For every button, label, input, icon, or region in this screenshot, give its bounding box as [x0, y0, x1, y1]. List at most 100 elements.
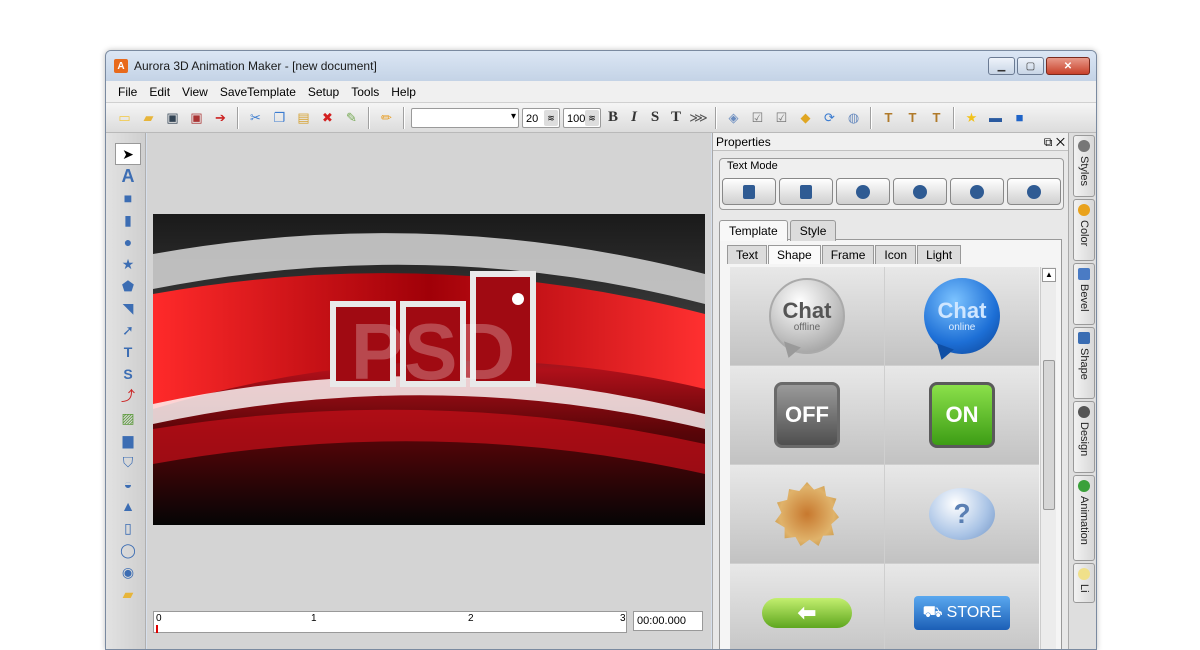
- maximize-button[interactable]: ▢: [1017, 57, 1044, 75]
- subtab-text[interactable]: Text: [727, 245, 768, 264]
- spin-icon[interactable]: ≋: [544, 109, 558, 126]
- menu-help[interactable]: Help: [385, 85, 422, 99]
- minimize-button[interactable]: ▁: [988, 57, 1015, 75]
- sphere-button[interactable]: ◍: [843, 107, 864, 128]
- delete-button[interactable]: ✖: [317, 107, 338, 128]
- template-store-button[interactable]: ⛟ STORE: [885, 564, 1039, 649]
- side-tab-shape[interactable]: Shape: [1073, 327, 1095, 399]
- playhead[interactable]: [156, 625, 158, 633]
- menu-tools[interactable]: Tools: [345, 85, 385, 99]
- side-tab-color[interactable]: Color: [1073, 199, 1095, 261]
- text-mode-extrude-button[interactable]: [779, 178, 833, 205]
- animation-preview[interactable]: PSD: [153, 214, 705, 525]
- globe-tool[interactable]: ◉: [115, 561, 141, 583]
- camera-button[interactable]: ▬: [985, 107, 1006, 128]
- close-panel-icon[interactable]: ✕: [1056, 135, 1065, 149]
- side-tab-animation[interactable]: Animation: [1073, 475, 1095, 561]
- light-button[interactable]: ★: [961, 107, 982, 128]
- template-arrow-pill[interactable]: ⬅: [730, 564, 884, 649]
- circle-tool[interactable]: ●: [115, 231, 141, 253]
- rotate-button[interactable]: ⟳: [819, 107, 840, 128]
- template-chat-offline[interactable]: Chat offline: [730, 267, 884, 365]
- rectangle-tool[interactable]: ■: [115, 187, 141, 209]
- align-button[interactable]: ⋙: [688, 107, 709, 128]
- side-tab-bevel[interactable]: Bevel: [1073, 263, 1095, 325]
- subtab-shape[interactable]: Shape: [768, 245, 821, 264]
- save-as-button[interactable]: ▣: [186, 107, 207, 128]
- paste-button[interactable]: ▤: [293, 107, 314, 128]
- image-tool[interactable]: ▨: [115, 407, 141, 429]
- shield-tool[interactable]: ◥: [115, 297, 141, 319]
- layout-1-button[interactable]: ◈: [723, 107, 744, 128]
- text-3d-2-button[interactable]: T: [902, 107, 923, 128]
- tab-template[interactable]: Template: [719, 220, 788, 241]
- save-button[interactable]: ▣: [162, 107, 183, 128]
- font-size-field[interactable]: 20 ≋: [522, 107, 560, 128]
- gallery-scrollbar[interactable]: ▲: [1040, 267, 1056, 649]
- menu-view[interactable]: View: [176, 85, 214, 99]
- layout-3-button[interactable]: ☑: [771, 107, 792, 128]
- extrude-tool[interactable]: ▆: [115, 429, 141, 451]
- tab-style[interactable]: Style: [789, 220, 837, 241]
- timeline-ruler[interactable]: 0 1 2 3: [153, 611, 627, 633]
- text-mode-flat-button[interactable]: [722, 178, 776, 205]
- text-mode-circle1-button[interactable]: [836, 178, 890, 205]
- text-format-button[interactable]: T: [667, 108, 685, 128]
- text-tool[interactable]: A: [115, 165, 141, 187]
- folder-tool[interactable]: ▰: [115, 583, 141, 605]
- template-off-button[interactable]: OFF: [730, 366, 884, 464]
- menu-savetemplate[interactable]: SaveTemplate: [214, 85, 302, 99]
- copy-button[interactable]: ❐: [269, 107, 290, 128]
- menu-setup[interactable]: Setup: [302, 85, 345, 99]
- font-family-select[interactable]: [411, 107, 519, 128]
- pentagon-tool[interactable]: ⬟: [115, 275, 141, 297]
- new-button[interactable]: ▭: [114, 107, 135, 128]
- close-button[interactable]: ✕: [1046, 57, 1090, 75]
- cut-button[interactable]: ✂: [245, 107, 266, 128]
- subtab-frame[interactable]: Frame: [821, 245, 875, 264]
- scroll-thumb[interactable]: [1043, 360, 1055, 510]
- text-mode-circle3-button[interactable]: [950, 178, 1004, 205]
- rounded-rect-tool[interactable]: ▮: [115, 209, 141, 231]
- background-button[interactable]: ■: [1009, 107, 1030, 128]
- subtab-light[interactable]: Light: [917, 245, 962, 264]
- select-tool[interactable]: ➤: [115, 143, 141, 165]
- subtab-icon[interactable]: Icon: [875, 245, 917, 264]
- path-tool[interactable]: ⤴: [115, 385, 141, 407]
- sphere-tool[interactable]: ◒: [115, 473, 141, 495]
- depth-field[interactable]: 100 ≋: [563, 107, 601, 128]
- symbol-tool[interactable]: S: [115, 363, 141, 385]
- menu-file[interactable]: File: [112, 85, 143, 99]
- side-tab-design[interactable]: Design: [1073, 401, 1095, 473]
- text-3d-1-button[interactable]: T: [878, 107, 899, 128]
- template-puzzle-seal[interactable]: [730, 465, 884, 563]
- spin-icon[interactable]: ≋: [585, 109, 599, 126]
- edit-text-button[interactable]: ✏: [376, 107, 397, 128]
- template-chat-online[interactable]: Chat online: [885, 267, 1039, 365]
- scroll-up-icon[interactable]: ▲: [1042, 268, 1056, 282]
- cup-tool[interactable]: ⛉: [115, 451, 141, 473]
- side-tab-light[interactable]: Li: [1073, 563, 1095, 603]
- text-mode-circle4-button[interactable]: [1007, 178, 1061, 205]
- italic-button[interactable]: I: [625, 108, 643, 128]
- cone-tool[interactable]: ▲: [115, 495, 141, 517]
- text-3d-3-button[interactable]: T: [926, 107, 947, 128]
- menu-edit[interactable]: Edit: [143, 85, 176, 99]
- arrow-tool[interactable]: ➚: [115, 319, 141, 341]
- text-block-tool[interactable]: T: [115, 341, 141, 363]
- template-on-button[interactable]: ON: [885, 366, 1039, 464]
- layout-2-button[interactable]: ☑: [747, 107, 768, 128]
- export-button[interactable]: ➔: [210, 107, 231, 128]
- cylinder-tool[interactable]: ▯: [115, 517, 141, 539]
- side-tab-styles[interactable]: Styles: [1073, 135, 1095, 197]
- open-button[interactable]: ▰: [138, 107, 159, 128]
- strike-button[interactable]: S: [646, 108, 664, 128]
- bold-button[interactable]: B: [604, 108, 622, 128]
- cube-button[interactable]: ◆: [795, 107, 816, 128]
- float-icon[interactable]: ⧉: [1044, 135, 1053, 149]
- torus-tool[interactable]: ◯: [115, 539, 141, 561]
- text-mode-circle2-button[interactable]: [893, 178, 947, 205]
- template-question-bubble[interactable]: ?: [885, 465, 1039, 563]
- star-tool[interactable]: ★: [115, 253, 141, 275]
- clear-button[interactable]: ✎: [341, 107, 362, 128]
